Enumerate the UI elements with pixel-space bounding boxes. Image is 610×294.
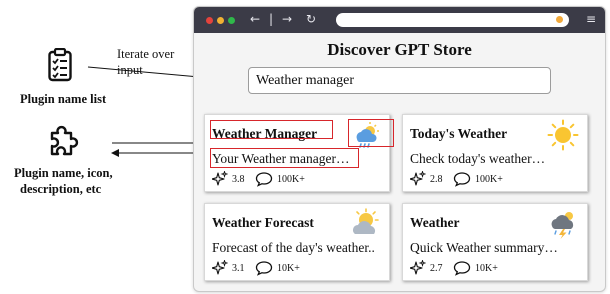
- card-user-count: 100K+: [277, 174, 305, 185]
- minimize-dot[interactable]: [217, 17, 224, 24]
- bookmark-star-icon[interactable]: [556, 16, 563, 23]
- back-arrow-icon[interactable]: ←: [250, 11, 260, 27]
- comment-icon: [255, 172, 273, 187]
- card-rating: 2.8: [430, 174, 443, 185]
- highlight-icon-box: [348, 119, 394, 147]
- menu-icon[interactable]: ≡: [586, 11, 596, 27]
- sparkle-icon: [212, 171, 228, 186]
- sparkle-icon: [410, 260, 426, 275]
- card-description: Forecast of the day's weather..: [212, 240, 375, 255]
- maximize-dot[interactable]: [228, 17, 235, 24]
- store-title: Discover GPT Store: [327, 40, 472, 59]
- card-name: Weather Forecast: [212, 215, 314, 230]
- comment-icon: [255, 261, 273, 276]
- card-rating: 3.8: [232, 174, 245, 185]
- highlight-description-box: [210, 148, 359, 168]
- forward-arrow-icon[interactable]: →: [282, 11, 292, 27]
- sparkle-icon: [212, 260, 228, 275]
- highlight-name-box: [210, 120, 333, 139]
- plugin-card[interactable]: Weather Quick Weather summary… 2.7 10K+: [402, 203, 588, 281]
- card-rating: 3.1: [232, 263, 245, 274]
- nav-separator: |: [269, 12, 274, 26]
- reload-icon[interactable]: ↻: [306, 11, 316, 27]
- card-description: Quick Weather summary…: [410, 240, 558, 255]
- card-name: Today's Weather: [410, 126, 508, 141]
- browser-titlebar: ← | → ↻ ≡: [194, 7, 605, 33]
- card-rating: 2.7: [430, 263, 443, 274]
- plugin-card[interactable]: Weather Forecast Forecast of the day's w…: [204, 203, 390, 281]
- card-user-count: 10K+: [277, 263, 300, 274]
- card-description: Check today's weather…: [410, 151, 546, 166]
- card-user-count: 10K+: [475, 263, 498, 274]
- card-user-count: 100K+: [475, 174, 503, 185]
- comment-icon: [453, 261, 471, 276]
- address-bar[interactable]: [336, 13, 569, 27]
- close-dot[interactable]: [206, 17, 213, 24]
- thunderstorm-icon: [551, 212, 574, 239]
- card-name: Weather: [410, 215, 460, 230]
- sun-cloud-icon: [353, 208, 379, 234]
- search-input[interactable]: Weather manager: [248, 67, 551, 94]
- sun-icon: [547, 119, 579, 151]
- sparkle-icon: [410, 171, 426, 186]
- comment-icon: [453, 172, 471, 187]
- plugin-card[interactable]: Today's Weather Check today's weather… 2…: [402, 114, 588, 192]
